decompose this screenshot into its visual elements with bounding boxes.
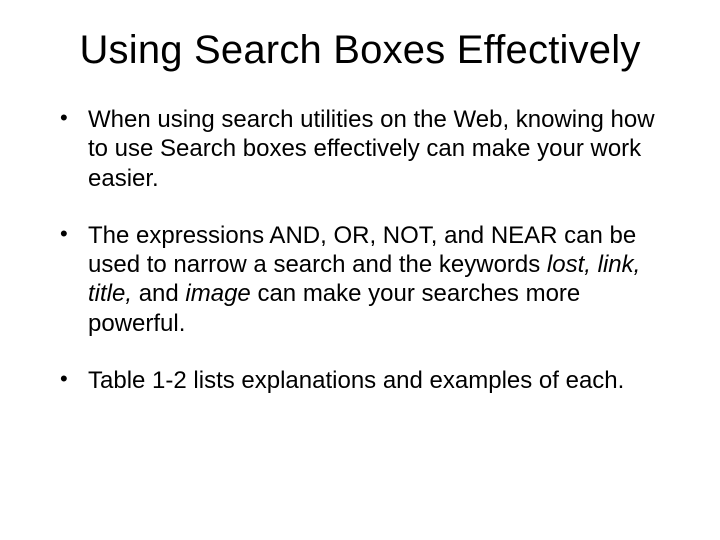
slide-title: Using Search Boxes Effectively xyxy=(40,28,680,73)
bullet-list: When using search utilities on the Web, … xyxy=(60,105,680,395)
bullet-item-3: Table 1-2 lists explanations and example… xyxy=(60,366,680,395)
bullet-text: Table 1-2 lists explanations and example… xyxy=(88,367,624,394)
italic-text: image xyxy=(185,280,257,307)
bullet-text-part: and xyxy=(139,280,186,307)
slide-container: Using Search Boxes Effectively When usin… xyxy=(0,0,720,540)
bullet-item-1: When using search utilities on the Web, … xyxy=(60,105,680,193)
bullet-item-2: The expressions AND, OR, NOT, and NEAR c… xyxy=(60,221,680,338)
bullet-text: When using search utilities on the Web, … xyxy=(88,106,655,192)
